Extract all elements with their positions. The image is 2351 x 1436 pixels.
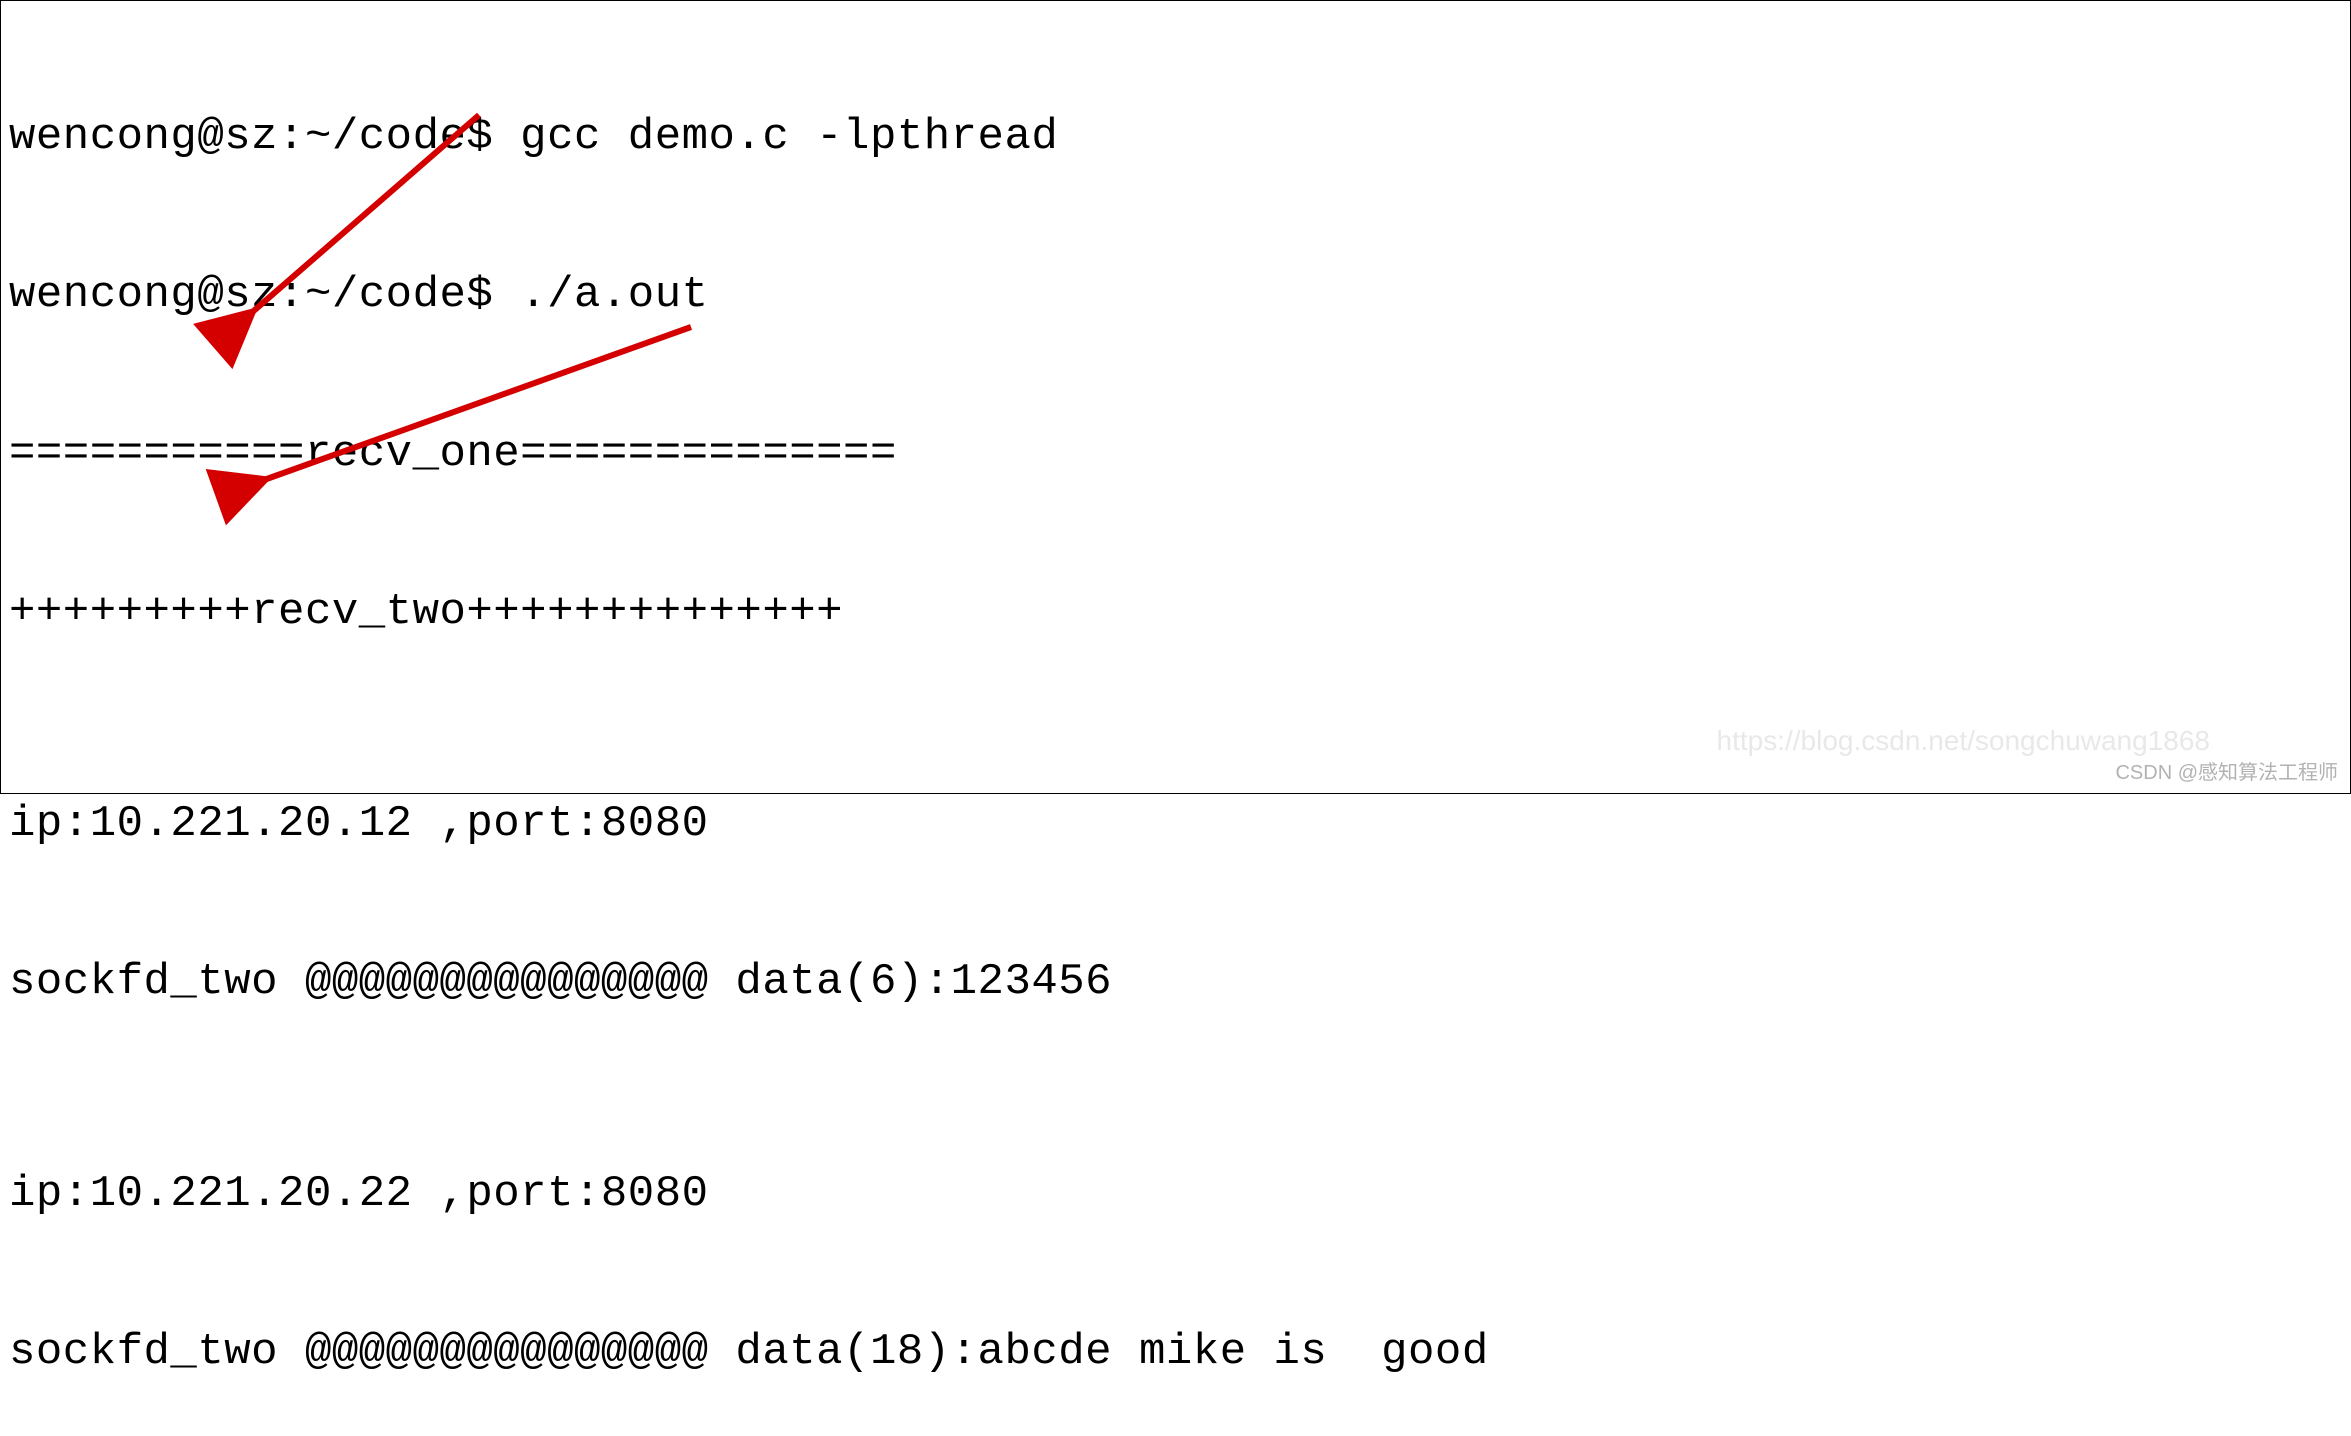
terminal-line: ip:10.221.20.12 ,port:8080 xyxy=(9,798,2342,851)
terminal-line: wencong@sz:~/code$ gcc demo.c -lpthread xyxy=(9,111,2342,164)
terminal-line: +++++++++recv_two++++++++++++++ xyxy=(9,586,2342,639)
terminal-line: sockfd_two @@@@@@@@@@@@@@@ data(18):abcd… xyxy=(9,1326,2342,1379)
terminal-line: ip:10.221.20.22 ,port:8080 xyxy=(9,1168,2342,1221)
faded-source-link: https://blog.csdn.net/songchuwang1868 xyxy=(1717,724,2210,758)
watermark-text: CSDN @感知算法工程师 xyxy=(2115,761,2338,785)
terminal-line: sockfd_two @@@@@@@@@@@@@@@ data(6):12345… xyxy=(9,956,2342,1009)
terminal-line: wencong@sz:~/code$ ./a.out xyxy=(9,269,2342,322)
terminal-line: ===========recv_one============== xyxy=(9,428,2342,481)
terminal-output: wencong@sz:~/code$ gcc demo.c -lpthread … xyxy=(1,1,2350,1436)
